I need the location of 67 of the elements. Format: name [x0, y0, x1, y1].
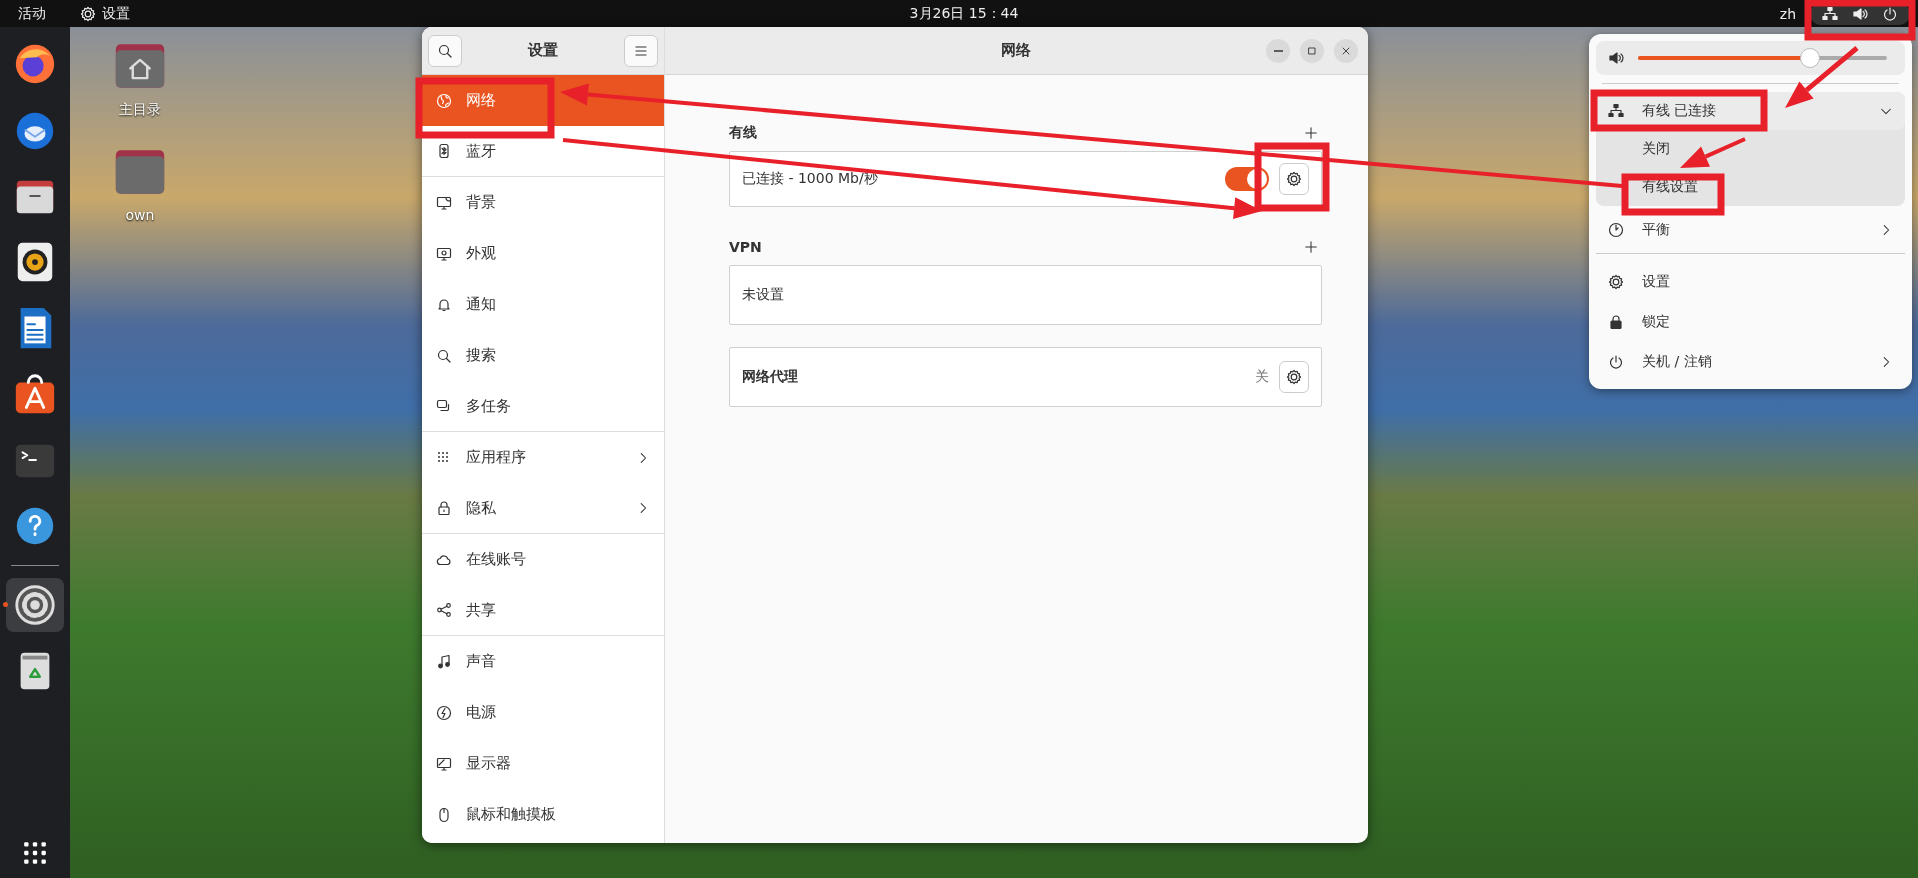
- sidebar-item[interactable]: 通知: [422, 279, 664, 330]
- maximize-button[interactable]: [1300, 38, 1324, 63]
- network-icon: [1608, 103, 1624, 119]
- power-icon: [1882, 5, 1898, 22]
- monitor-icon: [436, 245, 452, 262]
- settings-button[interactable]: [1279, 361, 1309, 393]
- network-icon: [1822, 5, 1838, 22]
- sidebar-item[interactable]: 蓝牙: [422, 126, 664, 177]
- sidebar-item[interactable]: 鼠标和触摸板: [422, 789, 664, 840]
- app-grid-icon: [22, 840, 48, 866]
- windows-icon: [436, 398, 452, 414]
- monitor-icon: [436, 194, 452, 211]
- minimize-icon: [1273, 49, 1283, 52]
- sidebar-item[interactable]: 显示器: [422, 738, 664, 789]
- gauge-icon: [1608, 221, 1624, 238]
- empty-state-text: 未设置: [742, 286, 785, 304]
- mouse-icon: [436, 806, 452, 823]
- dock-app-button[interactable]: [6, 578, 64, 632]
- monitor-icon: [436, 755, 452, 772]
- sidebar-item[interactable]: 外观: [422, 228, 664, 279]
- clock[interactable]: 3月26日 15：44: [909, 4, 1019, 21]
- lightning-icon: [436, 704, 452, 721]
- annotation-arrow: [1680, 137, 1746, 168]
- sidebar-item[interactable]: 搜索: [422, 330, 664, 381]
- share-icon: [436, 602, 452, 618]
- sidebar-title: 设置: [526, 41, 559, 60]
- globe-icon: [436, 92, 452, 109]
- input-source-indicator[interactable]: zh: [1779, 5, 1796, 22]
- sidebar-item[interactable]: 在线账号: [422, 534, 664, 585]
- sidebar-item[interactable]: 背景: [422, 177, 664, 228]
- activities-button[interactable]: 活动: [18, 4, 46, 23]
- section-heading: 有线: [729, 124, 757, 140]
- app-menu-label[interactable]: 设置: [102, 4, 130, 23]
- search-button[interactable]: [428, 34, 462, 67]
- minimize-button[interactable]: [1266, 38, 1290, 63]
- lock-icon: [1608, 314, 1624, 330]
- bell-icon: [436, 296, 452, 313]
- sidebar-item[interactable]: 隐私: [422, 483, 664, 534]
- page-title: 网络: [999, 41, 1032, 60]
- sidebar-item[interactable]: 声音: [422, 636, 664, 687]
- menu-item[interactable]: 关闭: [1596, 130, 1905, 168]
- volume-slider[interactable]: [1638, 48, 1887, 68]
- menu-button[interactable]: [624, 34, 658, 67]
- plus-icon: [1304, 240, 1318, 254]
- lock-icon: [436, 500, 452, 516]
- menu-item[interactable]: 关机 / 注销: [1596, 342, 1905, 382]
- sidebar-item[interactable]: 应用程序: [422, 432, 664, 483]
- menu-item[interactable]: 有线设置: [1596, 168, 1905, 206]
- volume-icon: [1608, 50, 1624, 66]
- power-icon: [1608, 354, 1624, 370]
- sidebar-item[interactable]: 共享: [422, 585, 664, 636]
- proxy-status: 关: [1255, 368, 1269, 386]
- menu-item[interactable]: 设置: [1596, 262, 1905, 302]
- menu-item[interactable]: 锁定: [1596, 302, 1905, 342]
- sidebar-item[interactable]: 多任务: [422, 381, 664, 432]
- bluetooth-icon: [436, 143, 452, 159]
- maximize-icon: [1306, 44, 1318, 57]
- sidebar-item[interactable]: 电源: [422, 687, 664, 738]
- section-heading: VPN: [729, 239, 762, 255]
- plus-icon: [1304, 126, 1318, 140]
- music-note-icon: [436, 653, 452, 670]
- search-icon: [436, 347, 452, 364]
- menu-item[interactable]: 平衡: [1596, 206, 1905, 254]
- connection-status: 已连接 - 1000 Mb/秒: [742, 170, 879, 188]
- settings-button[interactable]: [1279, 163, 1309, 195]
- search-icon: [437, 42, 453, 59]
- proxy-label: 网络代理: [742, 368, 799, 386]
